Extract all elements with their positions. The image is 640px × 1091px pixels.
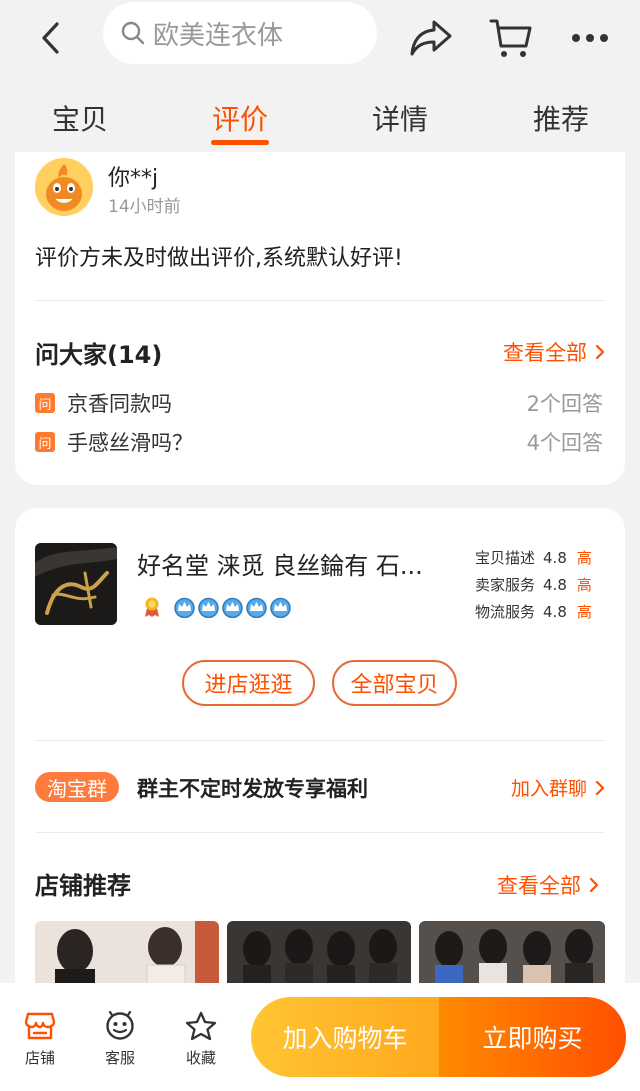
buy-now-button[interactable]: 立即购买 <box>439 997 626 1077</box>
review-text: 评价方未及时做出评价,系统默认好评! <box>35 246 403 271</box>
answer-count: 2个回答 <box>526 392 603 416</box>
question-item[interactable]: 问 手感丝滑吗？ <box>35 427 193 457</box>
ask-view-all-link[interactable]: 查看全部 <box>503 337 605 367</box>
shop-logo[interactable] <box>35 543 117 625</box>
customer-service-icon <box>106 1011 134 1040</box>
medal-icon <box>145 597 159 617</box>
question-text: 京香同款吗 <box>67 392 172 416</box>
share-button[interactable] <box>408 16 454 60</box>
store-label: 店铺 <box>24 1049 55 1067</box>
taobao-group-badge: 淘宝群 <box>35 772 119 802</box>
chevron-right-icon <box>595 780 605 795</box>
more-button[interactable] <box>568 22 612 54</box>
favorite-label: 收藏 <box>185 1049 216 1067</box>
search-icon <box>119 19 147 47</box>
store-button[interactable]: 店铺 <box>10 1011 70 1068</box>
add-to-cart-button[interactable]: 加入购物车 <box>251 997 439 1077</box>
join-group-label: 加入群聊 <box>510 778 587 800</box>
tab-item[interactable]: 宝贝 <box>52 98 108 138</box>
question-badge: 问 <box>35 432 55 452</box>
score-label: 卖家服务 <box>475 576 536 594</box>
score-label: 宝贝描述 <box>475 549 536 567</box>
divider <box>35 300 605 301</box>
recommend-view-all-link[interactable]: 查看全部 <box>497 870 599 900</box>
shop-scores: 宝贝描述 4.8 高 卖家服务 4.8 高 物流服务 4.8 高 <box>475 544 615 625</box>
chevron-right-icon <box>589 877 599 893</box>
answer-count: 4个回答 <box>526 431 603 455</box>
ask-section-title: 问大家(14) <box>35 341 163 369</box>
tab-bar: 宝贝 评价 详情 推荐 <box>0 86 640 152</box>
customer-service-label: 客服 <box>104 1049 135 1067</box>
avatar <box>35 158 93 216</box>
score-level: 高 <box>576 576 592 594</box>
divider <box>35 832 605 833</box>
ask-view-all-label: 查看全部 <box>503 341 587 365</box>
group-promo-text: 群主不定时发放专享福利 <box>137 777 368 801</box>
shop-card: 好名堂 涞觅 良丝錀有 石... 宝贝描述 4.8 高 卖家服务 4.8 高 物… <box>15 508 625 1008</box>
review-time: 14小时前 <box>108 197 181 217</box>
score-level: 高 <box>576 603 592 621</box>
question-text: 手感丝滑吗？ <box>67 431 193 455</box>
search-placeholder: 欧美连衣体 <box>153 20 284 51</box>
divider <box>35 740 605 741</box>
reviewer-name: 你**j <box>108 166 159 191</box>
search-bar[interactable]: 欧美连衣体 <box>103 2 377 64</box>
join-group-link[interactable]: 加入群聊 <box>511 774 605 801</box>
shop-name[interactable]: 好名堂 涞觅 良丝錀有 石... <box>137 546 462 581</box>
tab-review[interactable]: 评价 <box>212 98 268 138</box>
score-value: 4.8 <box>543 602 567 621</box>
score-row: 宝贝描述 4.8 高 <box>475 544 615 571</box>
store-icon <box>24 1012 56 1040</box>
review-card: 你**j 14小时前 评价方未及时做出评价,系统默认好评! 问大家(14) 查看… <box>15 152 625 485</box>
score-level: 高 <box>576 549 592 567</box>
score-row: 卖家服务 4.8 高 <box>475 571 615 598</box>
question-item[interactable]: 问 京香同款吗 <box>35 388 172 418</box>
score-row: 物流服务 4.8 高 <box>475 598 615 625</box>
question-badge: 问 <box>35 393 55 413</box>
back-button[interactable] <box>30 18 70 58</box>
crown-icon <box>246 597 267 618</box>
star-icon <box>185 1011 217 1041</box>
chevron-right-icon <box>595 344 605 360</box>
cart-icon <box>489 19 532 57</box>
crown-icon <box>174 597 195 618</box>
customer-service-button[interactable]: 客服 <box>90 1011 150 1068</box>
score-value: 4.8 <box>543 548 567 567</box>
score-value: 4.8 <box>543 575 567 594</box>
favorite-button[interactable]: 收藏 <box>171 1011 231 1068</box>
crown-icon <box>222 597 243 618</box>
crown-icon <box>198 597 219 618</box>
top-bar: 欧美连衣体 <box>0 0 640 78</box>
share-icon <box>410 20 452 56</box>
tab-details[interactable]: 详情 <box>372 98 428 138</box>
shop-level-crowns <box>173 596 292 618</box>
all-items-button[interactable]: 全部宝贝 <box>332 660 457 706</box>
crown-icon <box>270 597 291 618</box>
purchase-buttons: 加入购物车 立即购买 <box>251 997 626 1077</box>
cart-button[interactable] <box>488 16 534 60</box>
active-tab-indicator <box>211 140 269 145</box>
tab-recommend[interactable]: 推荐 <box>533 98 589 138</box>
chevron-left-icon <box>42 22 59 54</box>
more-icon <box>572 34 608 42</box>
visit-shop-button[interactable]: 进店逛逛 <box>182 660 315 706</box>
bottom-action-bar: 店铺 客服 收藏 加入购物车 立即购买 <box>0 983 640 1091</box>
recommend-view-all-label: 查看全部 <box>497 874 581 898</box>
score-label: 物流服务 <box>475 603 536 621</box>
store-recommend-title: 店铺推荐 <box>35 872 131 900</box>
